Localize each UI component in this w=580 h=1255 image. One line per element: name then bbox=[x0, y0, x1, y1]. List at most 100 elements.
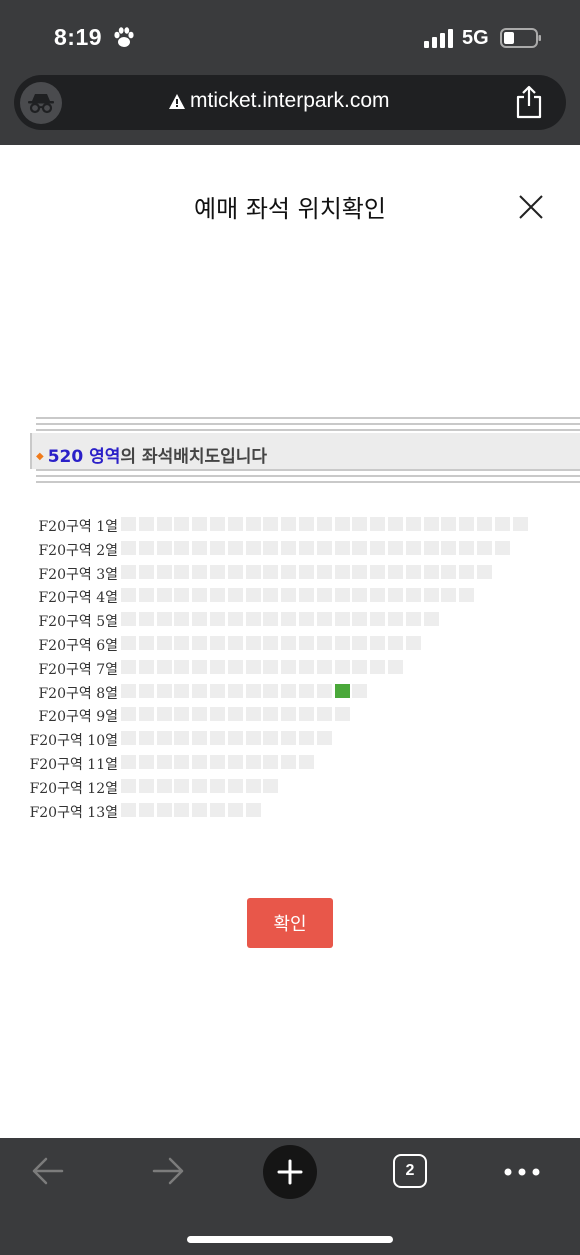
forward-arrow-icon[interactable] bbox=[152, 1156, 186, 1186]
seat bbox=[227, 564, 243, 579]
seat bbox=[316, 564, 332, 579]
seat bbox=[316, 540, 332, 555]
seat bbox=[299, 731, 314, 746]
seat bbox=[138, 612, 154, 627]
seat bbox=[210, 731, 225, 746]
seat bbox=[227, 636, 243, 650]
seat bbox=[388, 540, 403, 555]
seat bbox=[156, 778, 172, 793]
seat-row: F20구역 13열 bbox=[0, 801, 580, 821]
seat bbox=[316, 612, 332, 627]
seat bbox=[352, 612, 368, 627]
seat bbox=[352, 517, 368, 531]
incognito-icon bbox=[28, 94, 54, 114]
seat bbox=[281, 707, 297, 722]
seat bbox=[405, 588, 421, 603]
seat bbox=[121, 802, 136, 817]
row-label: F20구역 12열 bbox=[29, 780, 118, 797]
seat bbox=[210, 588, 225, 603]
seat bbox=[370, 588, 386, 603]
more-icon[interactable] bbox=[503, 1162, 541, 1182]
section-banner: ◆ 520 영역의 좌석배치도입니다 bbox=[30, 417, 580, 487]
seat bbox=[245, 778, 261, 793]
seat bbox=[441, 564, 457, 579]
seat bbox=[370, 517, 386, 531]
seat bbox=[299, 707, 314, 722]
seat-row: F20구역 9열 bbox=[0, 705, 580, 725]
seat bbox=[352, 540, 368, 555]
seat bbox=[192, 659, 208, 674]
seat bbox=[423, 588, 439, 603]
new-tab-button[interactable] bbox=[263, 1145, 317, 1199]
tabs-button[interactable]: 2 bbox=[393, 1154, 427, 1188]
confirm-button[interactable]: 확인 bbox=[247, 898, 333, 948]
seat bbox=[334, 540, 350, 555]
seat bbox=[316, 659, 332, 674]
seat bbox=[316, 588, 332, 603]
seat bbox=[370, 612, 386, 627]
seat bbox=[227, 540, 243, 555]
seat bbox=[210, 612, 225, 627]
seat bbox=[370, 636, 386, 650]
seat bbox=[174, 517, 190, 531]
seat bbox=[227, 802, 243, 817]
seat bbox=[334, 564, 350, 579]
seat bbox=[281, 540, 297, 555]
seat bbox=[138, 802, 154, 817]
row-label: F20구역 4열 bbox=[38, 590, 118, 607]
seat bbox=[174, 540, 190, 555]
seat bbox=[174, 755, 190, 769]
seat bbox=[459, 517, 475, 531]
seat bbox=[245, 683, 261, 698]
seat bbox=[405, 636, 421, 650]
seat bbox=[227, 755, 243, 769]
seat bbox=[263, 707, 279, 722]
seat bbox=[299, 683, 314, 698]
seat bbox=[174, 683, 190, 698]
row-label: F20구역 8열 bbox=[38, 685, 118, 702]
seat bbox=[263, 517, 279, 531]
url-text: mticket.interpark.com bbox=[190, 89, 390, 112]
seat bbox=[192, 802, 208, 817]
incognito-button[interactable] bbox=[20, 82, 62, 124]
seat bbox=[405, 540, 421, 555]
seat bbox=[245, 636, 261, 650]
seat bbox=[227, 778, 243, 793]
seat bbox=[263, 612, 279, 627]
seat bbox=[156, 659, 172, 674]
seat bbox=[352, 659, 368, 674]
seat bbox=[263, 564, 279, 579]
seat bbox=[316, 731, 332, 746]
seat bbox=[174, 659, 190, 674]
row-label: F20구역 1열 bbox=[38, 519, 118, 535]
seat bbox=[494, 517, 510, 531]
status-time: 8:19 bbox=[54, 24, 103, 50]
seat bbox=[138, 636, 154, 650]
seat bbox=[227, 517, 243, 531]
seat bbox=[138, 778, 154, 793]
url-display[interactable]: mticket.interpark.com bbox=[169, 89, 390, 113]
browser-address-area: mticket.interpark.com bbox=[0, 75, 580, 145]
seat bbox=[245, 731, 261, 746]
seat bbox=[281, 564, 297, 579]
seat bbox=[121, 683, 136, 698]
seat bbox=[192, 612, 208, 627]
row-label: F20구역 9열 bbox=[38, 709, 118, 726]
row-label: F20구역 3열 bbox=[38, 566, 118, 583]
seat bbox=[352, 588, 368, 603]
seat bbox=[316, 683, 332, 698]
share-icon[interactable] bbox=[514, 85, 544, 119]
url-field[interactable]: mticket.interpark.com bbox=[14, 75, 566, 130]
seat bbox=[334, 517, 350, 531]
seat bbox=[405, 564, 421, 579]
warning-icon bbox=[169, 93, 185, 109]
seat bbox=[192, 636, 208, 650]
bullet-icon: ◆ bbox=[36, 451, 44, 462]
seat bbox=[299, 612, 314, 627]
seat bbox=[459, 540, 475, 555]
seat bbox=[156, 707, 172, 722]
back-arrow-icon[interactable] bbox=[30, 1156, 64, 1186]
seat bbox=[441, 588, 457, 603]
close-icon[interactable] bbox=[516, 192, 546, 222]
seat bbox=[299, 517, 314, 531]
